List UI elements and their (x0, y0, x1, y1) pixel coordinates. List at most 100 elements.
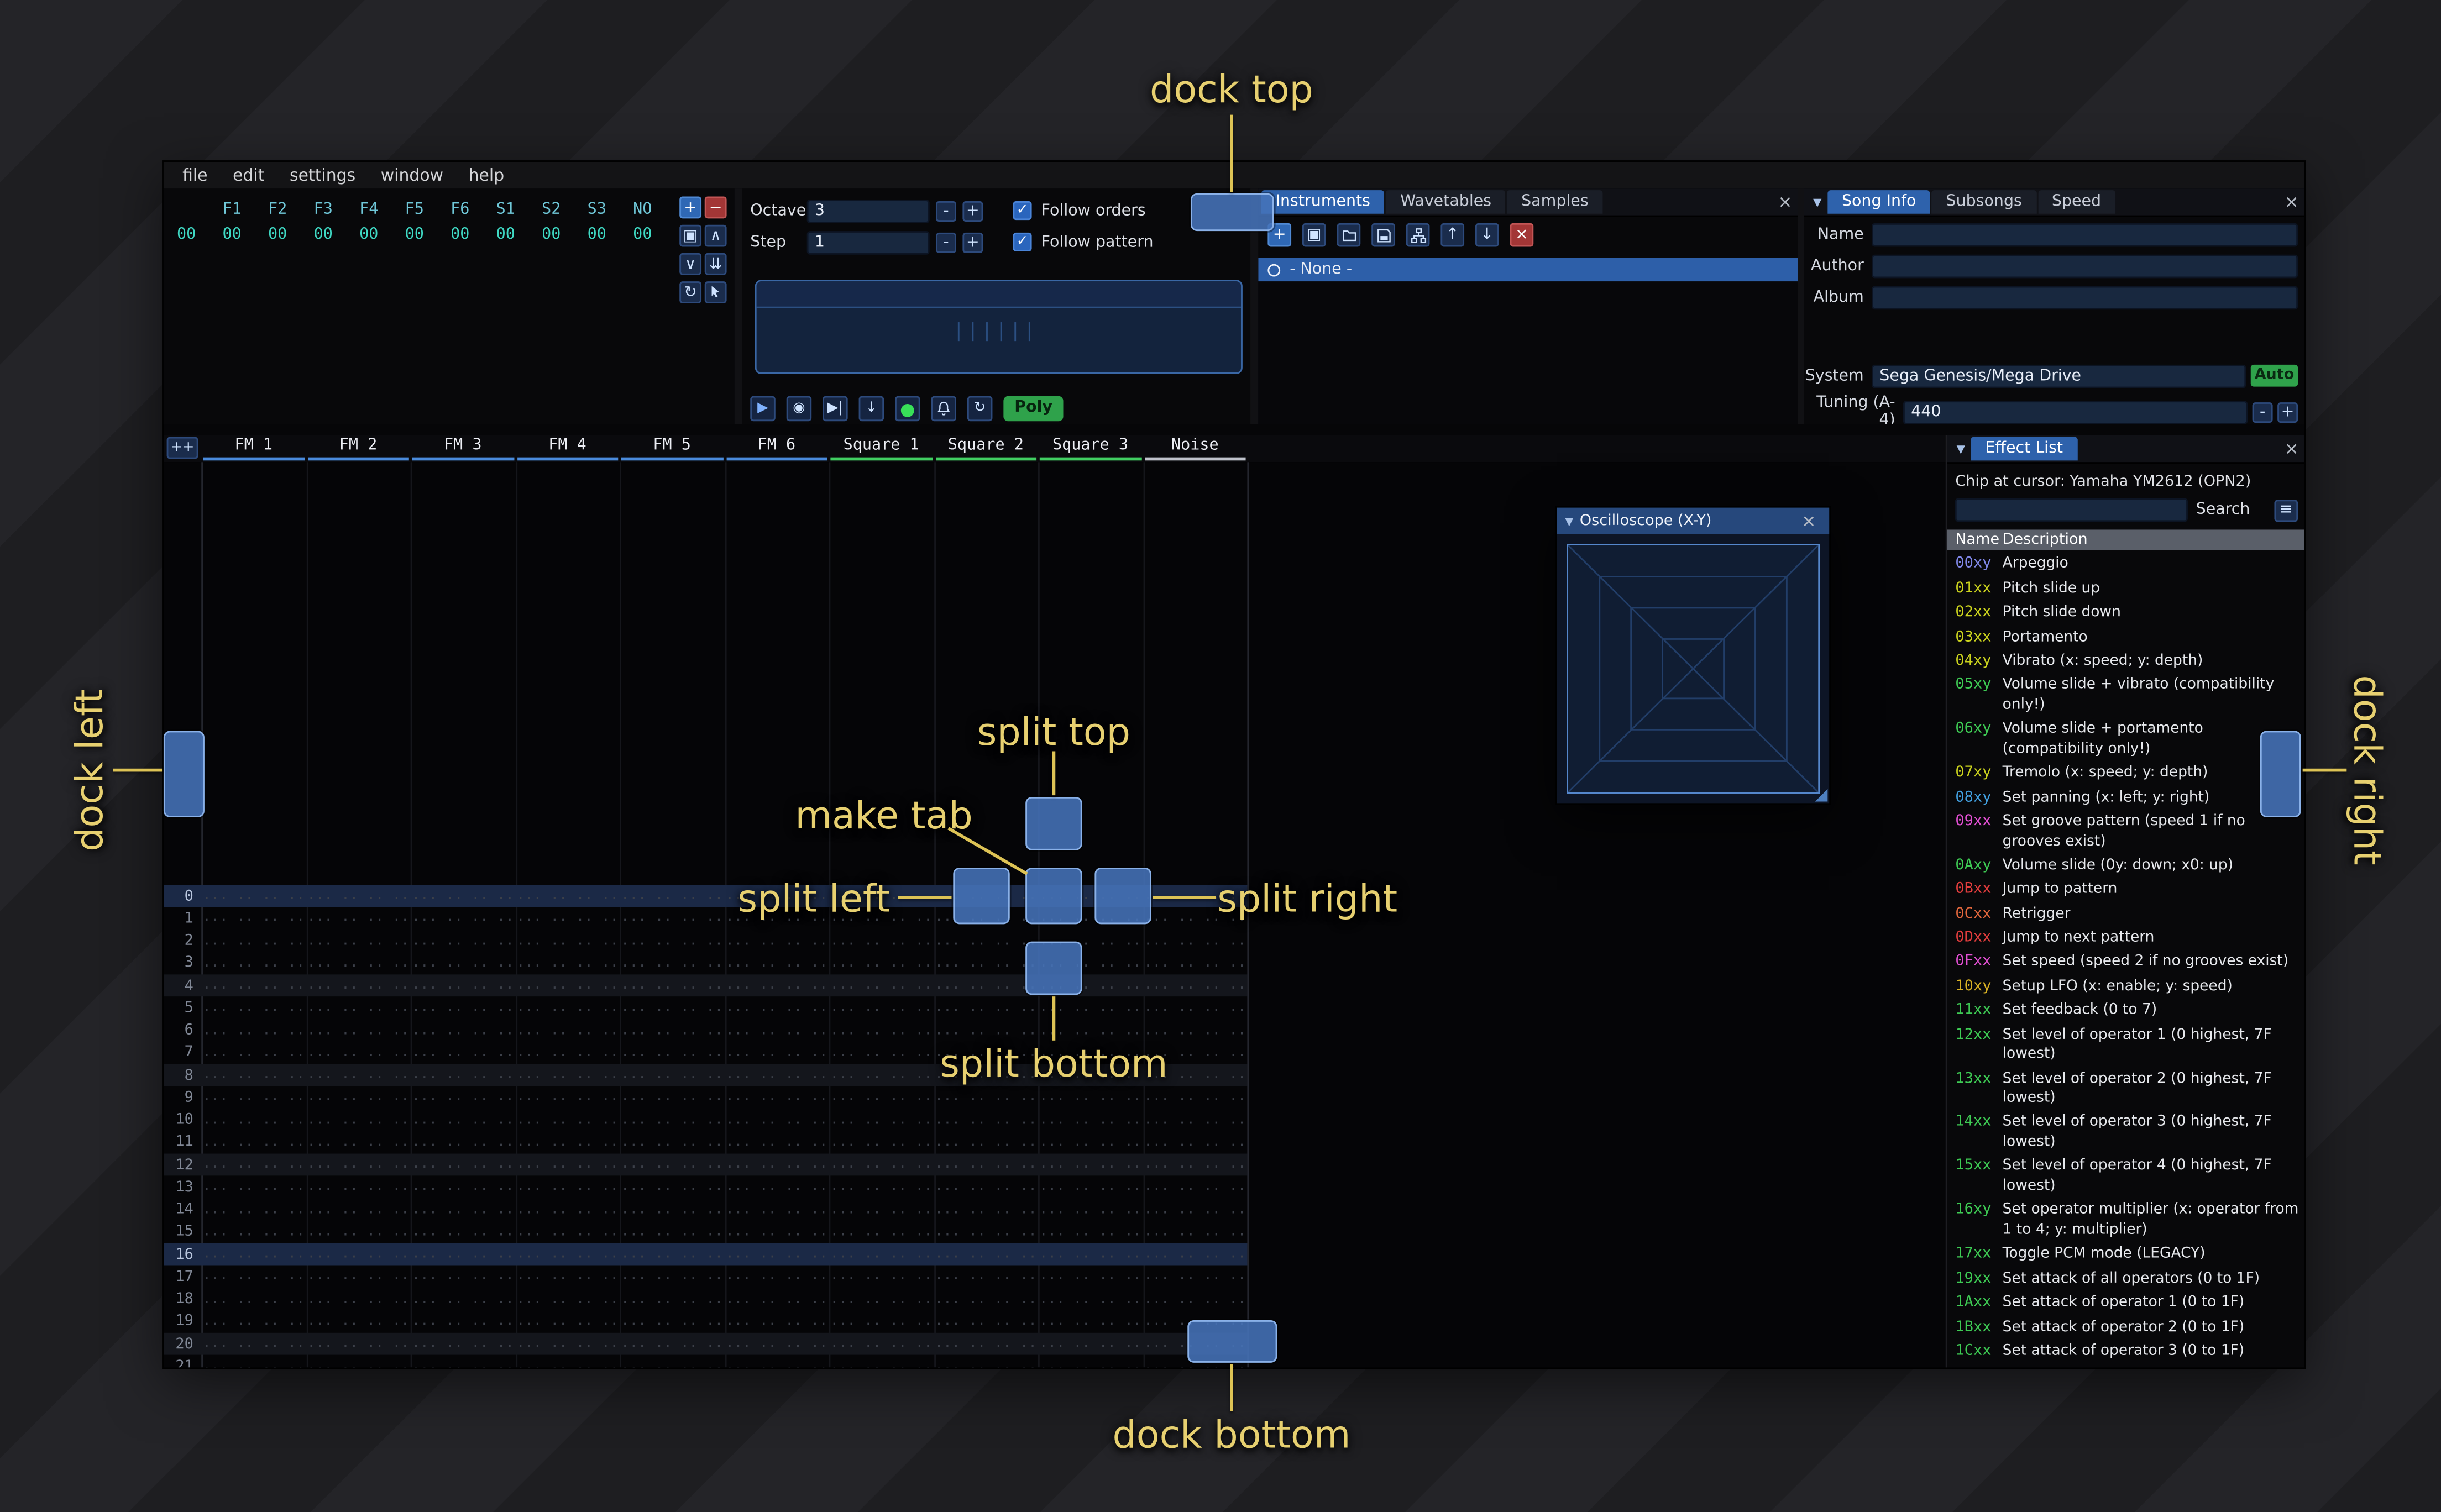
order-edit-mode-button[interactable] (704, 281, 727, 303)
order-add-button[interactable]: + (679, 196, 702, 219)
step-decrease-button[interactable]: - (936, 232, 957, 253)
octave-increase-button[interactable]: + (962, 200, 983, 221)
effect-row[interactable]: 07xy Tremolo (x: speed; y: depth) (1947, 762, 2304, 786)
dock-target-left[interactable] (163, 731, 205, 817)
effect-row[interactable]: 16xy Set operator multiplier (x: operator… (1947, 1199, 2304, 1243)
dock-target-bottom[interactable] (1187, 1320, 1277, 1363)
pattern-cell[interactable]: ... .. .. .. (411, 1292, 515, 1307)
channel-header-fm-3[interactable]: FM 3 (411, 435, 515, 461)
pattern-cell[interactable]: ... .. .. .. (620, 1157, 724, 1173)
pattern-cell[interactable]: ... .. .. .. (1038, 1179, 1143, 1195)
pattern-cell[interactable]: ... .. .. .. (934, 1314, 1038, 1329)
dock-target-right[interactable] (2260, 731, 2301, 817)
play-once-button[interactable]: ▶| (823, 396, 848, 422)
pattern-cell[interactable]: ... .. .. .. (934, 1090, 1038, 1105)
pattern-cell[interactable]: ... .. .. .. (306, 911, 410, 926)
pattern-cell[interactable]: ... .. .. .. (724, 1112, 829, 1128)
pattern-cell[interactable]: ... .. .. .. (829, 1157, 934, 1173)
pattern-cell[interactable]: ... .. .. .. (620, 1090, 724, 1105)
system-auto-button[interactable]: Auto (2250, 364, 2298, 387)
order-move-down-button[interactable]: ∨ (679, 253, 702, 275)
pattern-cell[interactable]: ... .. .. .. (515, 933, 620, 948)
orders-cell[interactable]: 00 (300, 227, 346, 247)
pattern-cell[interactable]: ... .. .. .. (1143, 1202, 1247, 1217)
pattern-cell[interactable]: ... .. .. .. (724, 1224, 829, 1240)
pattern-cell[interactable]: ... .. .. .. (620, 1202, 724, 1217)
pattern-cell[interactable]: ... .. .. .. (724, 978, 829, 993)
order-move-up-button[interactable]: ∧ (704, 224, 727, 247)
effect-row[interactable]: 00xy Arpeggio (1947, 553, 2304, 578)
pattern-cell[interactable]: ... .. .. .. (306, 1292, 410, 1307)
pattern-cell[interactable]: ... .. .. .. (829, 1135, 934, 1150)
pattern-cell[interactable]: ... .. .. .. (620, 1067, 724, 1083)
pattern-cell[interactable]: ... .. .. .. (934, 956, 1038, 971)
pattern-cell[interactable]: ... .. .. .. (724, 1269, 829, 1284)
pattern-cell[interactable]: ... .. .. .. (829, 1336, 934, 1352)
channel-header-fm-2[interactable]: FM 2 (306, 435, 410, 461)
pattern-cell[interactable]: ... .. .. .. (515, 1022, 620, 1038)
play-button[interactable]: ▶ (750, 396, 776, 422)
menu-item-window[interactable]: window (368, 166, 456, 185)
pattern-cell[interactable]: ... .. .. .. (1143, 978, 1247, 993)
pattern-cell[interactable]: ... .. .. .. (201, 933, 306, 948)
pattern-cell[interactable]: ... .. .. .. (829, 1224, 934, 1240)
orders-row-index[interactable]: 00 (164, 227, 209, 247)
pattern-cell[interactable]: ... .. .. .. (1038, 1202, 1143, 1217)
follow-pattern-checkbox[interactable]: ✓ (1013, 232, 1032, 252)
effect-row[interactable]: 0Dxx Jump to next pattern (1947, 927, 2304, 951)
effect-row[interactable]: 0Axy Volume slide (0y: down; x0: up) (1947, 854, 2304, 879)
collapse-icon[interactable]: ▼ (1807, 196, 1827, 208)
pattern-cell[interactable]: ... .. .. .. (1038, 1224, 1143, 1240)
tab-speed[interactable]: Speed (2037, 190, 2115, 214)
effect-row[interactable]: 13xx Set level of operator 2 (0 highest, … (1947, 1067, 2304, 1111)
effect-row[interactable]: 0Bxx Jump to pattern (1947, 879, 2304, 903)
song-info-close-button[interactable]: × (2279, 192, 2304, 212)
dock-target-top[interactable] (1190, 193, 1274, 232)
effect-row[interactable]: 02xx Pitch slide down (1947, 602, 2304, 626)
pattern-cell[interactable]: ... .. .. .. (306, 1157, 410, 1173)
pattern-cell[interactable]: ... .. .. .. (620, 978, 724, 993)
pattern-cell[interactable]: ... .. .. .. (934, 1224, 1038, 1240)
pattern-cell[interactable]: ... .. .. .. (1143, 933, 1247, 948)
pattern-cell[interactable]: ... .. .. .. (1143, 1179, 1247, 1195)
pattern-cell[interactable]: ... .. .. .. (724, 1157, 829, 1173)
pattern-cell[interactable]: ... .. .. .. (411, 1269, 515, 1284)
step-row-button[interactable]: ↓ (858, 396, 884, 422)
collapse-icon[interactable]: ▼ (1951, 443, 1971, 455)
pattern-cell[interactable]: ... .. .. .. (201, 1224, 306, 1240)
effect-row[interactable]: 08xy Set panning (x: left; y: right) (1947, 786, 2304, 811)
orders-cell[interactable]: 00 (437, 227, 483, 247)
oscilloscope-window[interactable]: ▼ Oscilloscope (X-Y) × (1557, 507, 1830, 804)
follow-orders-checkbox[interactable]: ✓ (1013, 201, 1032, 221)
effect-row[interactable]: 09xx Set groove pattern (speed 1 if no gr… (1947, 810, 2304, 854)
pattern-cell[interactable]: ... .. .. .. (1143, 1090, 1247, 1105)
pattern-cell[interactable]: ... .. .. .. (1143, 956, 1247, 971)
pattern-cell[interactable]: ... .. .. .. (934, 1202, 1038, 1217)
effect-list-close-button[interactable]: × (2279, 439, 2304, 459)
pattern-cell[interactable]: ... .. .. .. (201, 1269, 306, 1284)
oscilloscope-titlebar[interactable]: ▼ Oscilloscope (X-Y) × (1557, 507, 1830, 534)
order-duplicate-button[interactable]: ▣ (679, 224, 702, 247)
pattern-cell[interactable]: ... .. .. .. (411, 1112, 515, 1128)
pattern-cell[interactable]: ... .. .. .. (724, 1045, 829, 1060)
effect-row[interactable]: 1Axx Set attack of operator 1 (0 to 1F) (1947, 1292, 2304, 1316)
play-from-start-button[interactable]: ◉ (786, 396, 812, 422)
pattern-cell[interactable]: ... .. .. .. (411, 1247, 515, 1262)
pattern-cell[interactable]: ... .. .. .. (201, 1067, 306, 1083)
pattern-cell[interactable]: ... .. .. .. (724, 1336, 829, 1352)
pattern-cell[interactable]: ... .. .. .. (829, 1292, 934, 1307)
pattern-cell[interactable]: ... .. .. .. (201, 1336, 306, 1352)
channel-header-square-2[interactable]: Square 2 (934, 435, 1038, 461)
system-input[interactable]: Sega Genesis/Mega Drive (1872, 364, 2246, 388)
channel-header-fm-4[interactable]: FM 4 (515, 435, 620, 461)
pattern-cell[interactable]: ... .. .. .. (411, 1179, 515, 1195)
effect-row[interactable]: 19xx Set attack of all operators (0 to 1F… (1947, 1267, 2304, 1292)
pattern-cell[interactable]: ... .. .. .. (411, 978, 515, 993)
pattern-cell[interactable]: ... .. .. .. (724, 1135, 829, 1150)
effect-row[interactable]: 11xx Set feedback (0 to 7) (1947, 999, 2304, 1023)
pattern-cell[interactable]: ... .. .. .. (724, 1314, 829, 1329)
orders-cell[interactable]: 00 (392, 227, 438, 247)
pattern-cell[interactable]: ... .. .. .. (829, 1314, 934, 1329)
menu-item-settings[interactable]: settings (277, 166, 368, 185)
pattern-cell[interactable]: ... .. .. .. (620, 1112, 724, 1128)
